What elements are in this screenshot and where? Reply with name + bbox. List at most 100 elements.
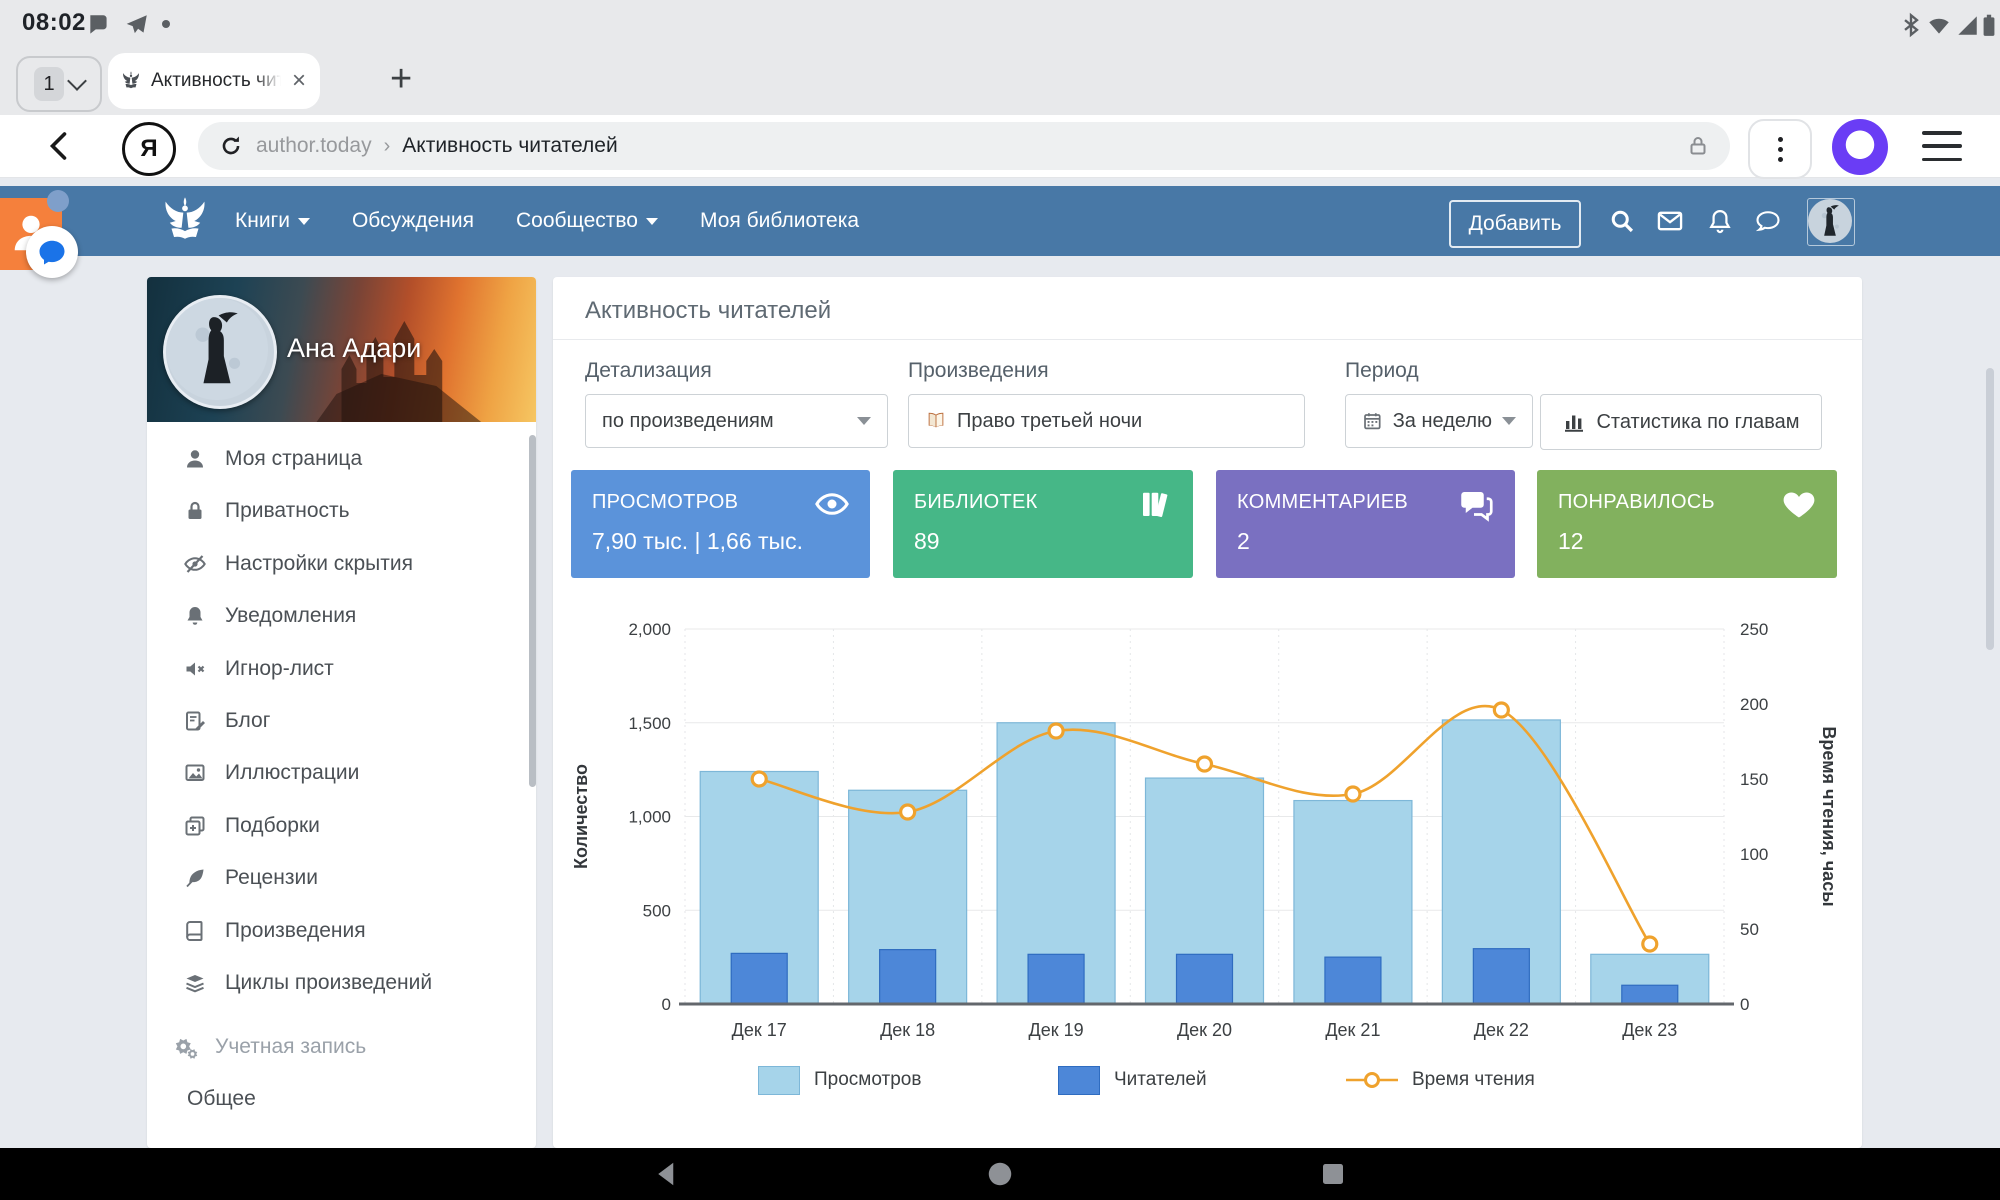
url-page-title: Активность читателей bbox=[402, 134, 617, 158]
filter-label: Период bbox=[1345, 359, 1419, 383]
nav-back-icon[interactable] bbox=[652, 1159, 682, 1189]
tab-title: Активность чита bbox=[151, 70, 281, 92]
chat-bubble-widget[interactable] bbox=[0, 198, 90, 288]
divider bbox=[553, 339, 1862, 340]
stat-card-heart: ПОНРАВИЛОСЬ12 bbox=[1537, 470, 1837, 578]
legend-item-3[interactable]: Время чтения bbox=[1346, 1065, 1535, 1095]
svg-text:2,000: 2,000 bbox=[628, 620, 671, 639]
nav-link-4[interactable]: Моя библиотека bbox=[700, 209, 859, 233]
sidebar-item-mute[interactable]: Игнор-лист bbox=[147, 643, 536, 695]
chevron-down-icon bbox=[1502, 417, 1516, 425]
lock-icon bbox=[1686, 134, 1710, 158]
tab-counter-button[interactable]: 1 bbox=[16, 56, 102, 112]
chat-icon[interactable] bbox=[1754, 207, 1782, 235]
select-value: Право третьей ночи bbox=[957, 410, 1142, 433]
sidebar-item-label: Приватность bbox=[225, 499, 350, 523]
sidebar-item-book[interactable]: Произведения bbox=[147, 905, 536, 957]
nav-recents-icon[interactable] bbox=[1318, 1159, 1348, 1189]
mute-icon bbox=[183, 657, 207, 681]
sidebar-item-lock[interactable]: Приватность bbox=[147, 485, 536, 537]
battery-icon bbox=[1976, 12, 2000, 38]
sidebar-scrollbar[interactable] bbox=[529, 435, 536, 787]
legend-item-1[interactable]: Просмотров bbox=[758, 1065, 921, 1095]
back-icon[interactable] bbox=[42, 128, 78, 164]
sidebar-item-general[interactable]: Общее bbox=[147, 1073, 536, 1125]
sidebar-item-label: Произведения bbox=[225, 919, 366, 943]
sidebar-item-image[interactable]: Иллюстрации bbox=[147, 747, 536, 799]
svg-text:Дек 19: Дек 19 bbox=[1029, 1020, 1084, 1040]
chapters-stats-label: Статистика по главам bbox=[1596, 411, 1799, 434]
address-bar[interactable]: author.today › Активность читателей bbox=[198, 122, 1730, 170]
stat-card-value: 12 bbox=[1558, 528, 1584, 555]
yandex-logo-icon[interactable]: Я bbox=[122, 122, 176, 176]
url-separator: › bbox=[384, 135, 391, 158]
sidebar-item-label: Блог bbox=[225, 709, 270, 733]
svg-text:500: 500 bbox=[643, 901, 671, 920]
sidebar-item-blog[interactable]: Блог bbox=[147, 695, 536, 747]
messages-bubble-icon[interactable] bbox=[26, 226, 78, 278]
open-book-icon bbox=[925, 410, 947, 432]
url-domain: author.today bbox=[256, 134, 372, 158]
nav-link-3[interactable]: Сообщество bbox=[516, 209, 658, 233]
svg-text:Дек 21: Дек 21 bbox=[1325, 1020, 1380, 1040]
page-scrollbar[interactable] bbox=[1986, 368, 1994, 650]
nav-link-2[interactable]: Обсуждения bbox=[352, 209, 474, 233]
sidebar-item-label: Иллюстрации bbox=[225, 761, 359, 785]
nav-home-icon[interactable] bbox=[985, 1159, 1015, 1189]
legend-item-2[interactable]: Читателей bbox=[1058, 1065, 1207, 1095]
books-icon bbox=[1137, 486, 1173, 522]
blog-icon bbox=[183, 709, 207, 733]
profile-name: Ана Адари bbox=[287, 333, 421, 364]
stat-card-value: 2 bbox=[1237, 528, 1250, 555]
notification-chat-icon bbox=[86, 12, 112, 38]
sidebar-item-collections[interactable]: Подборки bbox=[147, 800, 536, 852]
stat-card-label: ПРОСМОТРОВ bbox=[592, 491, 738, 514]
sidebar-item-bell[interactable]: Уведомления bbox=[147, 590, 536, 642]
bell-icon bbox=[183, 604, 207, 628]
chevron-down-icon bbox=[646, 218, 658, 225]
hamburger-menu-icon[interactable] bbox=[1922, 131, 1962, 161]
sidebar-item-feather[interactable]: Рецензии bbox=[147, 852, 536, 904]
mail-icon[interactable] bbox=[1656, 207, 1684, 235]
sidebar-item-eye-slash[interactable]: Настройки скрытия bbox=[147, 538, 536, 590]
browser-tab[interactable]: Активность чита × bbox=[108, 53, 320, 109]
browser-tab-strip: 1 Активность чита × + bbox=[0, 48, 2000, 115]
eye-slash-icon bbox=[183, 552, 207, 576]
sidebar-section-account[interactable]: Учетная запись bbox=[147, 1021, 536, 1073]
android-nav-bar bbox=[0, 1148, 2000, 1200]
browser-toolbar: Я author.today › Активность читателей bbox=[0, 115, 2000, 178]
sidebar-item-label: Настройки скрытия bbox=[225, 552, 413, 576]
user-avatar[interactable] bbox=[1807, 198, 1855, 246]
android-status-bar: 08:02 bbox=[0, 0, 2000, 48]
new-tab-button[interactable]: + bbox=[390, 64, 412, 94]
lock-icon bbox=[183, 499, 207, 523]
search-icon[interactable] bbox=[1608, 207, 1636, 235]
tab-close-icon[interactable]: × bbox=[292, 69, 306, 93]
sidebar-item-label: Циклы произведений bbox=[225, 971, 432, 995]
calendar-icon bbox=[1362, 410, 1383, 432]
legend-label: Читателей bbox=[1114, 1069, 1207, 1091]
reload-icon[interactable] bbox=[218, 133, 244, 159]
profile-avatar[interactable] bbox=[163, 295, 277, 409]
nav-link-1[interactable]: Книги bbox=[235, 209, 310, 233]
kebab-menu-icon bbox=[1778, 137, 1783, 162]
svg-text:1,000: 1,000 bbox=[628, 808, 671, 827]
chevron-down-icon bbox=[857, 417, 871, 425]
stat-card-label: БИБЛИОТЕК bbox=[914, 491, 1038, 514]
sidebar-item-person[interactable]: Моя страница bbox=[147, 433, 536, 485]
browser-menu-button[interactable] bbox=[1748, 119, 1812, 179]
bell-icon[interactable] bbox=[1706, 207, 1734, 235]
chapters-stats-button[interactable]: Статистика по главам bbox=[1540, 394, 1822, 450]
nav-link-label: Сообщество bbox=[516, 209, 638, 233]
filter-select-1[interactable]: по произведениям bbox=[585, 394, 888, 448]
stat-card-books: БИБЛИОТЕК89 bbox=[893, 470, 1193, 578]
add-button[interactable]: Добавить bbox=[1449, 200, 1581, 248]
filter-select-2[interactable]: Право третьей ночи bbox=[908, 394, 1305, 448]
svg-text:100: 100 bbox=[1740, 845, 1768, 864]
alice-icon[interactable] bbox=[1832, 119, 1888, 175]
author-today-logo-icon[interactable] bbox=[158, 194, 212, 248]
comments-icon bbox=[1459, 486, 1495, 522]
tab-count: 1 bbox=[34, 67, 64, 101]
sidebar-item-stack[interactable]: Циклы произведений bbox=[147, 957, 536, 1009]
filter-select-3[interactable]: За неделю bbox=[1345, 394, 1533, 448]
